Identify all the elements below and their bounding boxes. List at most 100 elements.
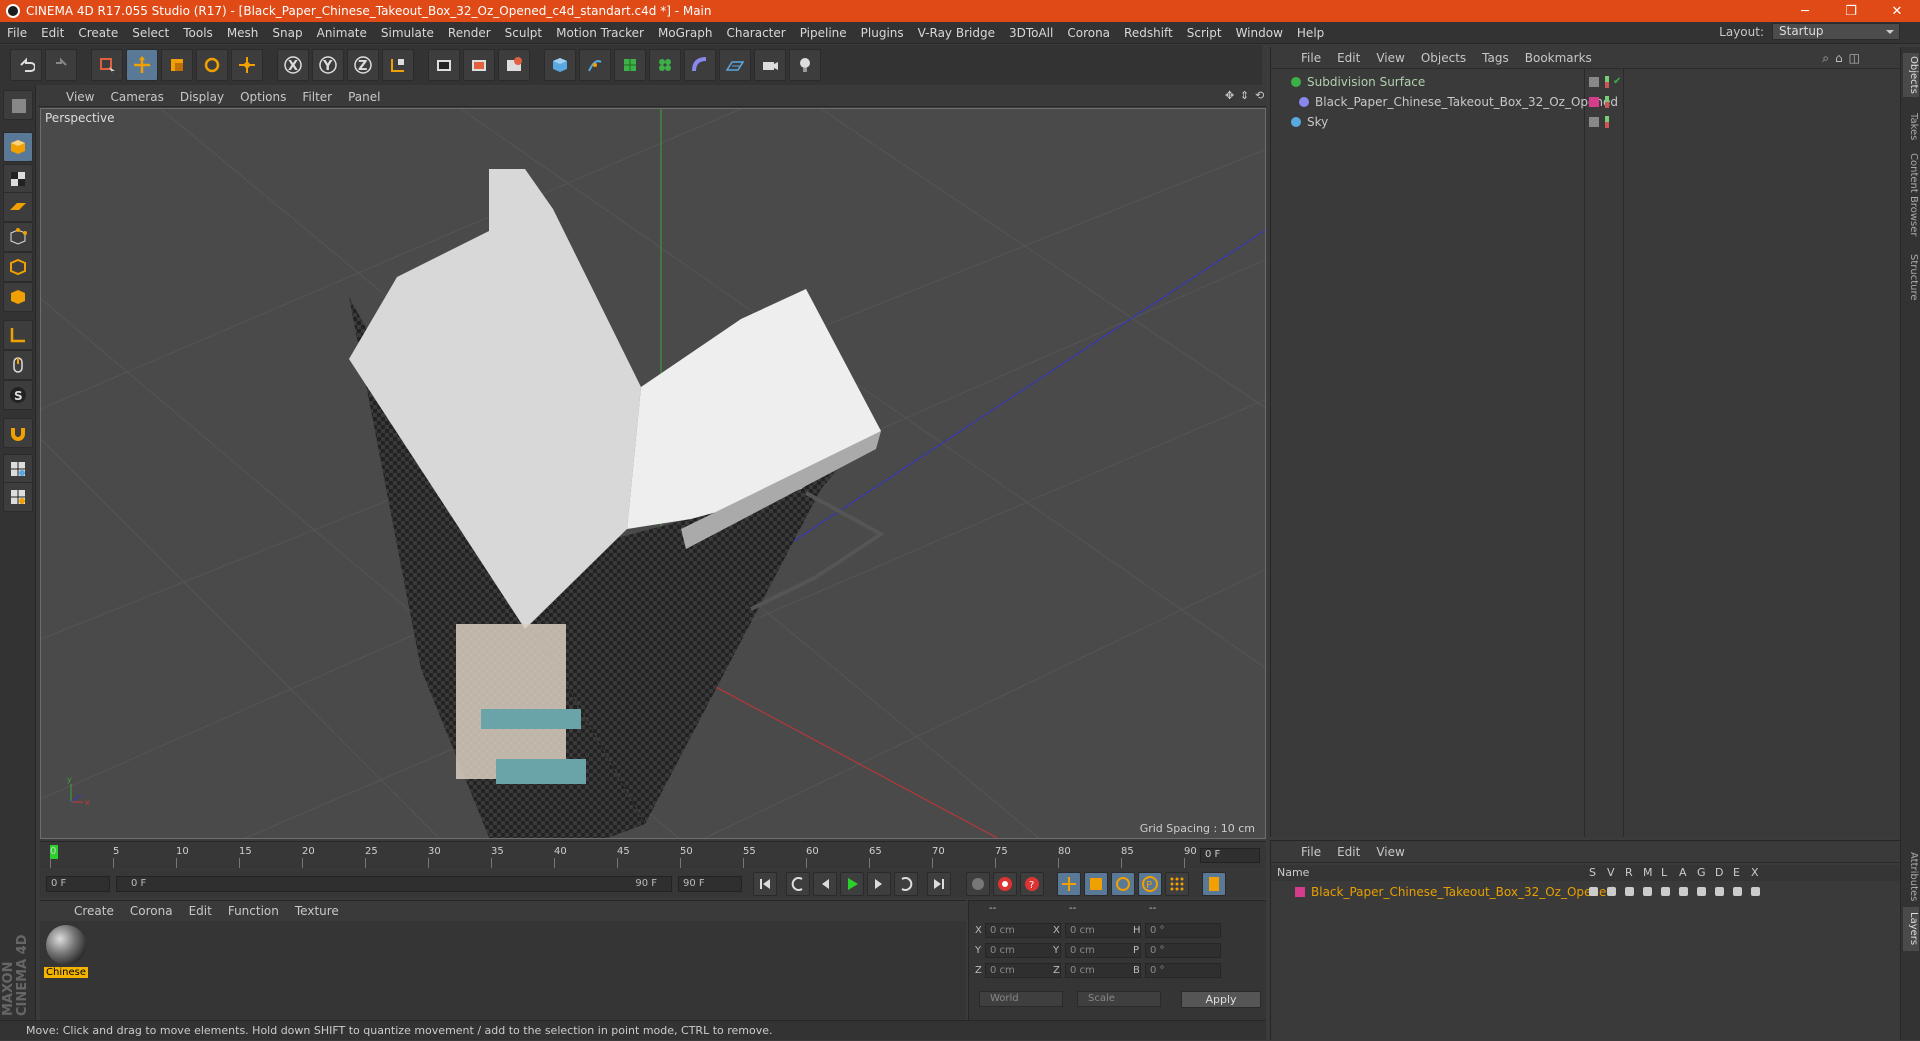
- object-menu-file[interactable]: File: [1293, 51, 1329, 65]
- coord-field-x-size[interactable]: 0 cm: [1065, 923, 1141, 938]
- new-view-icon[interactable]: ◫: [1849, 51, 1860, 66]
- object-row[interactable]: Black_Paper_Chinese_Takeout_Box_32_Oz_Op…: [1271, 93, 1901, 111]
- menu-plugins[interactable]: Plugins: [854, 26, 911, 40]
- object-menu-edit[interactable]: Edit: [1329, 51, 1368, 65]
- next-key-icon[interactable]: [894, 872, 918, 896]
- edit-visibility-icon[interactable]: [1589, 77, 1599, 87]
- magnet-button[interactable]: [3, 418, 33, 448]
- go-to-start-icon[interactable]: [753, 872, 777, 896]
- key-parameter-icon[interactable]: P: [1138, 872, 1162, 896]
- frame-range-slider[interactable]: 0 F 90 F: [116, 876, 672, 892]
- pen-button[interactable]: [579, 49, 611, 81]
- visibility-dots-icon[interactable]: [1605, 96, 1609, 108]
- menu-character[interactable]: Character: [719, 26, 792, 40]
- coord-field-h-rotation[interactable]: 0 °: [1145, 923, 1221, 938]
- object-menu-objects[interactable]: Objects: [1413, 51, 1474, 65]
- maximize-button[interactable]: ❐: [1828, 4, 1874, 19]
- model-mode-button[interactable]: [3, 132, 33, 162]
- y-axis-button[interactable]: Y: [312, 49, 344, 81]
- viewport-menu-filter[interactable]: Filter: [294, 90, 340, 104]
- coord-field-z-size[interactable]: 0 cm: [1065, 963, 1141, 978]
- live-selection-button[interactable]: [91, 49, 123, 81]
- timeline-ruler[interactable]: 0 F 0 5 10 15 20 25 30 35 40 45 50 55 60 65 70 75 80 85 90: [40, 841, 1266, 869]
- coord-field-p-rotation[interactable]: 0 °: [1145, 943, 1221, 958]
- coord-field-y-position[interactable]: 0 cm: [985, 943, 1061, 958]
- key-pla-icon[interactable]: [1165, 872, 1189, 896]
- perspective-viewport[interactable]: y x Perspective Grid Spacing : 10 cm: [40, 108, 1266, 839]
- make-editable-button[interactable]: [3, 90, 33, 120]
- menu-v-ray-bridge[interactable]: V-Ray Bridge: [911, 26, 1002, 40]
- redo-button[interactable]: [45, 49, 77, 81]
- layer-toggle-v-icon[interactable]: [1607, 887, 1616, 896]
- coord-field-y-size[interactable]: 0 cm: [1065, 943, 1141, 958]
- material-chinese[interactable]: Chinese: [44, 925, 88, 978]
- coord-field-x-position[interactable]: 0 cm: [985, 923, 1061, 938]
- deformer-button[interactable]: [684, 49, 716, 81]
- transform-button[interactable]: [231, 49, 263, 81]
- viewport-menu-options[interactable]: Options: [232, 90, 294, 104]
- solo-button[interactable]: S: [3, 380, 33, 410]
- layer-toggle-a-icon[interactable]: [1679, 887, 1688, 896]
- timeline-window-icon[interactable]: [1202, 872, 1226, 896]
- material-menu-corona[interactable]: Corona: [122, 904, 181, 918]
- start-frame-field[interactable]: 0 F: [46, 876, 110, 892]
- menu-script[interactable]: Script: [1180, 26, 1229, 40]
- object-row[interactable]: Sky: [1271, 113, 1901, 131]
- menu-mograph[interactable]: MoGraph: [651, 26, 720, 40]
- material-menu-edit[interactable]: Edit: [181, 904, 220, 918]
- zoom-icon[interactable]: ⇕: [1240, 89, 1252, 102]
- tab-attributes[interactable]: Attributes: [1903, 847, 1919, 907]
- menu-tools[interactable]: Tools: [176, 26, 220, 40]
- material-menu-texture[interactable]: Texture: [287, 904, 347, 918]
- move-button[interactable]: [126, 49, 158, 81]
- pan-icon[interactable]: ✥: [1225, 89, 1237, 102]
- layer-toggle-x-icon[interactable]: [1751, 887, 1760, 896]
- viewport-menu-cameras[interactable]: Cameras: [102, 90, 171, 104]
- menu-sculpt[interactable]: Sculpt: [498, 26, 549, 40]
- texture-mode-button[interactable]: [3, 164, 33, 194]
- menu-pipeline[interactable]: Pipeline: [793, 26, 854, 40]
- visibility-dots-icon[interactable]: [1605, 116, 1609, 128]
- orbit-icon[interactable]: ⟲: [1255, 89, 1267, 102]
- layer-toggle-r-icon[interactable]: [1625, 887, 1634, 896]
- snap-grid-button[interactable]: [3, 454, 33, 484]
- menu-help[interactable]: Help: [1290, 26, 1331, 40]
- motion-record-icon[interactable]: [966, 872, 990, 896]
- menu-simulate[interactable]: Simulate: [374, 26, 441, 40]
- menu-redshift[interactable]: Redshift: [1117, 26, 1180, 40]
- viewport-menu-panel[interactable]: Panel: [340, 90, 388, 104]
- tab-layers[interactable]: Layers: [1903, 907, 1919, 951]
- apply-button[interactable]: Apply: [1181, 991, 1261, 1008]
- light-button[interactable]: [789, 49, 821, 81]
- camera-button[interactable]: [754, 49, 786, 81]
- menu-motion-tracker[interactable]: Motion Tracker: [549, 26, 651, 40]
- tweak-button[interactable]: [3, 350, 33, 380]
- coord-field-z-position[interactable]: 0 cm: [985, 963, 1061, 978]
- coord-mode-dropdown[interactable]: World: [979, 991, 1063, 1007]
- workplane-button[interactable]: [3, 192, 33, 222]
- home-icon[interactable]: ⌂: [1835, 51, 1843, 66]
- takeout-box-model[interactable]: [349, 169, 885, 839]
- layer-toggle-d-icon[interactable]: [1715, 887, 1724, 896]
- viewport-menu-view[interactable]: View: [58, 90, 102, 104]
- floor-button[interactable]: [719, 49, 751, 81]
- layer-menu-edit[interactable]: Edit: [1329, 845, 1368, 859]
- object-menu-view[interactable]: View: [1368, 51, 1412, 65]
- key-scale-icon[interactable]: [1084, 872, 1108, 896]
- menu-3dtoall[interactable]: 3DToAll: [1002, 26, 1060, 40]
- tab-content-browser[interactable]: Content Browser: [1903, 147, 1919, 243]
- render-picture-viewer-button[interactable]: [463, 49, 495, 81]
- layer-toggle-e-icon[interactable]: [1733, 887, 1742, 896]
- previous-frame-icon[interactable]: [813, 872, 837, 896]
- play-icon[interactable]: [840, 872, 864, 896]
- edges-mode-button[interactable]: [3, 252, 33, 282]
- layer-toggle-s-icon[interactable]: [1589, 887, 1598, 896]
- subdivision-button[interactable]: [614, 49, 646, 81]
- material-menu-function[interactable]: Function: [220, 904, 287, 918]
- object-menu-bookmarks[interactable]: Bookmarks: [1517, 51, 1600, 65]
- go-to-end-icon[interactable]: [927, 872, 951, 896]
- menu-create[interactable]: Create: [71, 26, 125, 40]
- minimize-button[interactable]: ─: [1782, 4, 1828, 19]
- menu-animate[interactable]: Animate: [310, 26, 374, 40]
- object-row[interactable]: Subdivision Surface ✔: [1271, 73, 1901, 91]
